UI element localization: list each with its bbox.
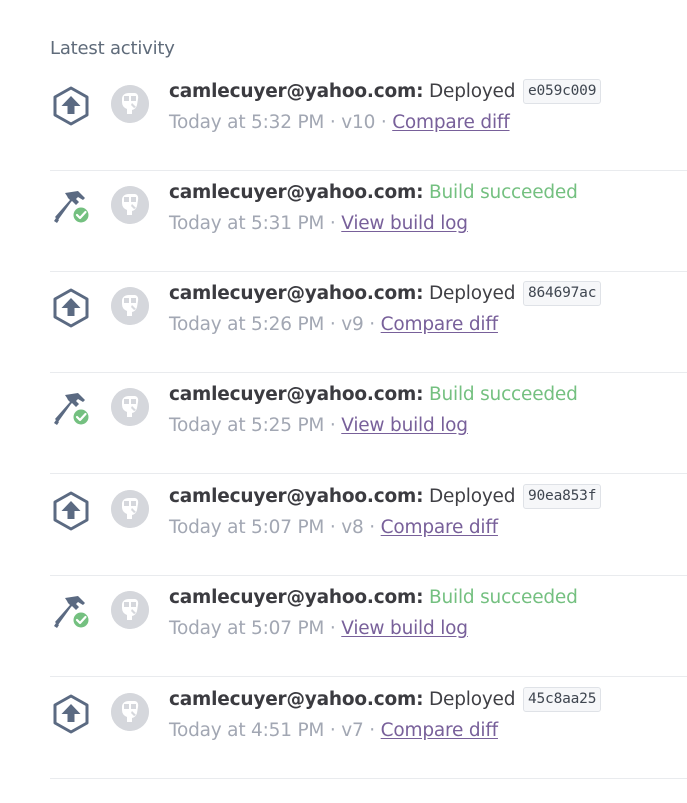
separator: · <box>329 415 336 436</box>
avatar <box>111 186 149 224</box>
activity-meta: Today at 5:25 PM · View build log <box>169 413 468 439</box>
user-email: camlecuyer@yahoo.com: <box>169 587 424 608</box>
release-version: v9 <box>341 314 364 335</box>
deployed-label: Deployed <box>428 283 516 304</box>
timestamp: Today at 5:26 PM <box>169 314 325 335</box>
activity-meta: Today at 5:07 PM · View build log <box>169 616 468 642</box>
timestamp: Today at 5:31 PM <box>169 213 325 234</box>
activity-summary: camlecuyer@yahoo.com: Deployed 45c8aa25 <box>169 687 602 713</box>
commit-sha: e059c009 <box>522 79 602 104</box>
build-status: Build succeeded <box>428 182 578 203</box>
separator: · <box>380 112 387 133</box>
build-hammer-icon <box>50 592 92 632</box>
deploy-icon <box>50 288 92 328</box>
activity-meta: Today at 5:32 PM · v10 · Compare diff <box>169 110 510 136</box>
separator: · <box>329 112 336 133</box>
avatar <box>111 591 149 629</box>
user-email: camlecuyer@yahoo.com: <box>169 486 424 507</box>
timestamp: Today at 4:51 PM <box>169 720 325 741</box>
commit-sha: 864697ac <box>522 281 602 306</box>
deployed-label: Deployed <box>428 486 516 507</box>
activity-row: camlecuyer@yahoo.com: Deployed e059c009 T… <box>50 70 687 171</box>
user-email: camlecuyer@yahoo.com: <box>169 182 424 203</box>
view-build-log-link[interactable]: View build log <box>341 415 468 436</box>
activity-row: camlecuyer@yahoo.com: Build succeeded Tod… <box>50 373 687 474</box>
deploy-icon <box>50 86 92 126</box>
timestamp: Today at 5:07 PM <box>169 618 325 639</box>
deploy-icon <box>50 694 92 734</box>
timestamp: Today at 5:07 PM <box>169 517 325 538</box>
deployed-label: Deployed <box>428 81 516 102</box>
commit-sha: 45c8aa25 <box>522 687 602 712</box>
activity-row: camlecuyer@yahoo.com: Deployed 864697ac T… <box>50 272 687 373</box>
release-version: v10 <box>341 112 376 133</box>
deploy-icon <box>50 491 92 531</box>
activity-summary: camlecuyer@yahoo.com: Build succeeded <box>169 180 578 206</box>
build-status: Build succeeded <box>428 587 578 608</box>
release-version: v8 <box>341 517 364 538</box>
separator: · <box>369 314 375 335</box>
separator: · <box>329 618 336 639</box>
activity-meta: Today at 5:26 PM · v9 · Compare diff <box>169 312 498 338</box>
activity-summary: camlecuyer@yahoo.com: Build succeeded <box>169 382 578 408</box>
separator: · <box>329 720 336 741</box>
separator: · <box>369 517 375 538</box>
activity-row: camlecuyer@yahoo.com: Build succeeded Tod… <box>50 171 687 272</box>
avatar <box>111 287 149 325</box>
activity-meta: Today at 5:07 PM · v8 · Compare diff <box>169 515 498 541</box>
activity-row: camlecuyer@yahoo.com: Build succeeded Tod… <box>50 576 687 677</box>
activity-row: camlecuyer@yahoo.com: Deployed 45c8aa25 T… <box>50 678 687 779</box>
avatar <box>111 85 149 123</box>
release-version: v7 <box>341 720 364 741</box>
compare-diff-link[interactable]: Compare diff <box>381 517 499 538</box>
build-hammer-icon <box>50 187 92 227</box>
user-email: camlecuyer@yahoo.com: <box>169 689 424 710</box>
build-hammer-icon <box>50 389 92 429</box>
separator: · <box>329 517 336 538</box>
build-status: Build succeeded <box>428 384 578 405</box>
compare-diff-link[interactable]: Compare diff <box>392 112 510 133</box>
separator: · <box>329 213 336 234</box>
user-email: camlecuyer@yahoo.com: <box>169 283 424 304</box>
deployed-label: Deployed <box>428 689 516 710</box>
separator: · <box>329 314 336 335</box>
activity-meta: Today at 4:51 PM · v7 · Compare diff <box>169 718 498 744</box>
activity-meta: Today at 5:31 PM · View build log <box>169 211 468 237</box>
activity-summary: camlecuyer@yahoo.com: Deployed 864697ac <box>169 281 602 307</box>
user-email: camlecuyer@yahoo.com: <box>169 384 424 405</box>
compare-diff-link[interactable]: Compare diff <box>381 314 499 335</box>
timestamp: Today at 5:32 PM <box>169 112 325 133</box>
activity-summary: camlecuyer@yahoo.com: Deployed e059c009 <box>169 79 602 105</box>
timestamp: Today at 5:25 PM <box>169 415 325 436</box>
avatar <box>111 693 149 731</box>
activity-summary: camlecuyer@yahoo.com: Deployed 90ea853f <box>169 484 602 510</box>
activity-row: camlecuyer@yahoo.com: Deployed 90ea853f T… <box>50 475 687 576</box>
avatar <box>111 490 149 528</box>
avatar <box>111 388 149 426</box>
user-email: camlecuyer@yahoo.com: <box>169 81 424 102</box>
activity-summary: camlecuyer@yahoo.com: Build succeeded <box>169 585 578 611</box>
separator: · <box>369 720 375 741</box>
view-build-log-link[interactable]: View build log <box>341 618 468 639</box>
commit-sha: 90ea853f <box>522 484 602 509</box>
compare-diff-link[interactable]: Compare diff <box>381 720 499 741</box>
view-build-log-link[interactable]: View build log <box>341 213 468 234</box>
section-title: Latest activity <box>50 38 175 59</box>
